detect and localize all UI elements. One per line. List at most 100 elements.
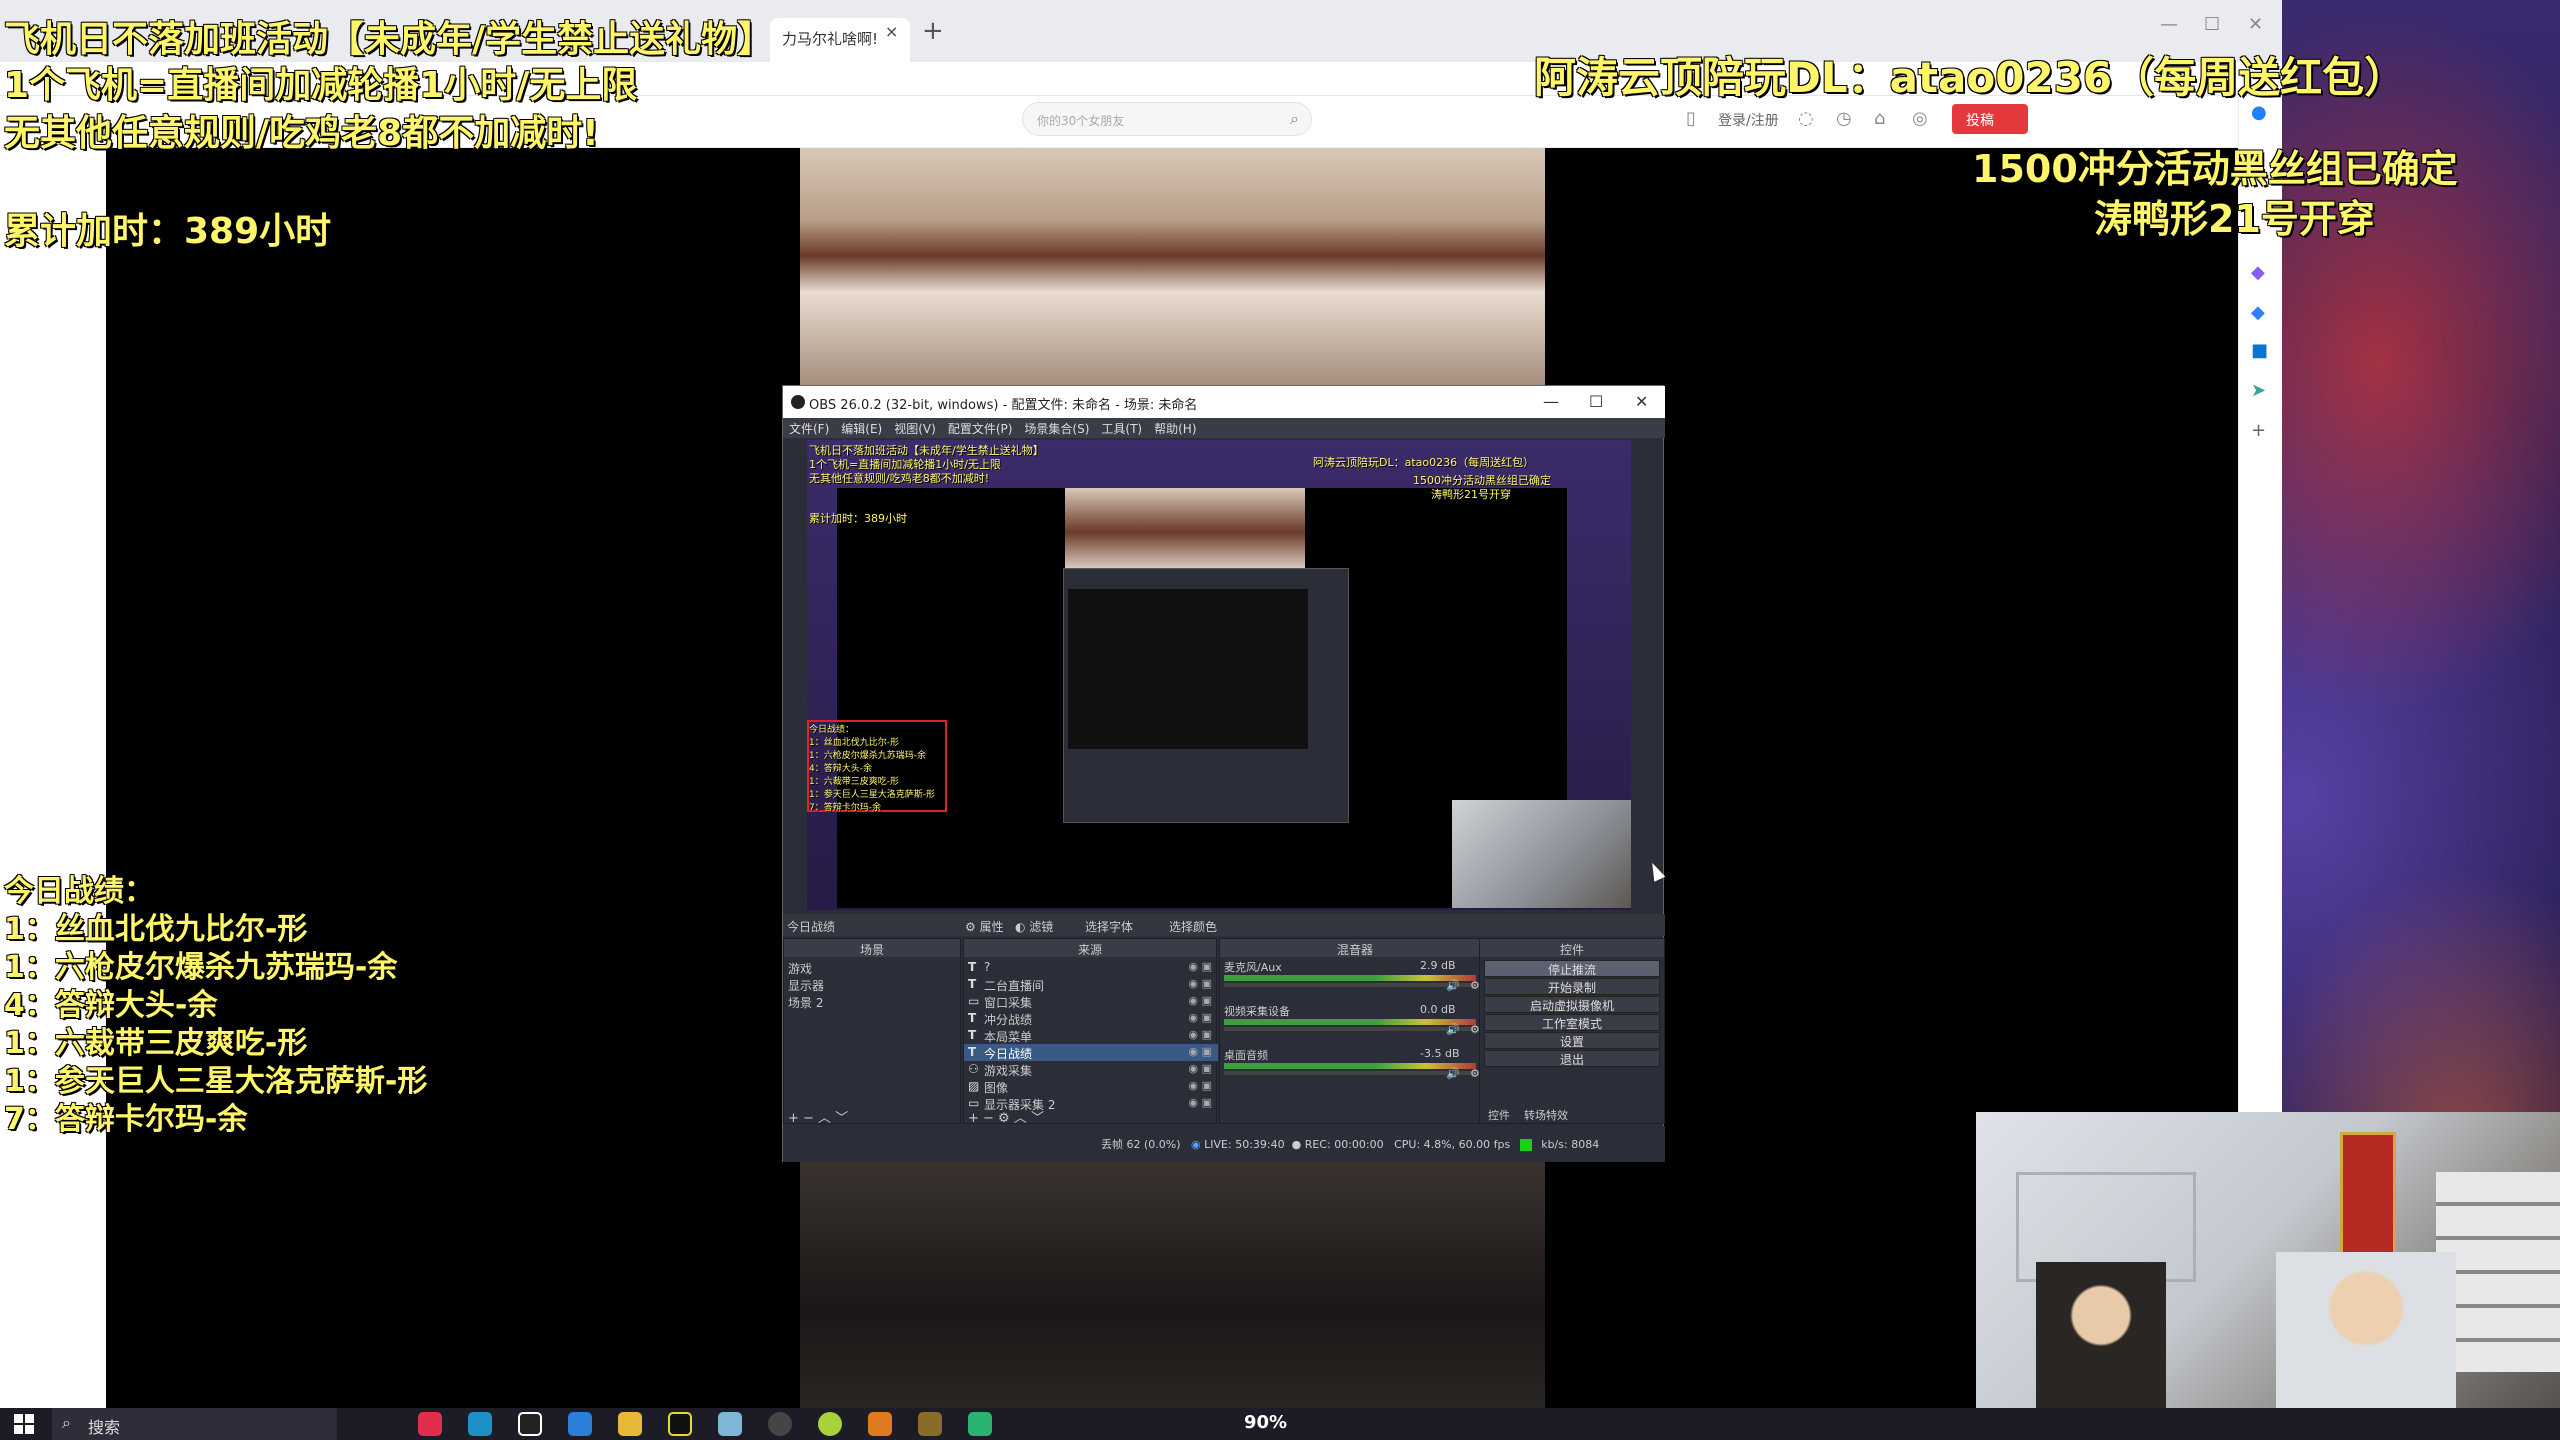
properties-button[interactable]: ⚙ 属性 bbox=[965, 918, 1004, 935]
eye-icon[interactable]: ◉ bbox=[1188, 1062, 1198, 1075]
lock-icon[interactable]: ▣ bbox=[1202, 1096, 1212, 1109]
eye-icon[interactable]: ◉ bbox=[1188, 960, 1198, 973]
wechat-icon[interactable] bbox=[818, 1412, 842, 1436]
source-item[interactable]: T 冲分战绩 ◉ ▣ bbox=[964, 1010, 1218, 1027]
lock-icon[interactable]: ▣ bbox=[1202, 1062, 1212, 1075]
exit-button[interactable]: 退出 bbox=[1484, 1050, 1660, 1067]
speaker-icon[interactable]: 🔊 bbox=[1446, 979, 1460, 992]
menu-tools[interactable]: 工具(T) bbox=[1095, 418, 1148, 439]
source-item[interactable]: T 二台直播间 ◉ ▣ bbox=[964, 976, 1218, 993]
upload-button[interactable]: 投稿 bbox=[1952, 104, 2028, 134]
speaker-icon[interactable]: 🔊 bbox=[1446, 1067, 1460, 1080]
game-app-icon[interactable] bbox=[868, 1412, 892, 1436]
feishu-icon[interactable] bbox=[568, 1412, 592, 1436]
edge-icon[interactable] bbox=[468, 1412, 492, 1436]
eye-icon[interactable]: ◉ bbox=[1188, 994, 1198, 1007]
overlay-event-title: 飞机日不落加班活动【未成年/学生禁止送礼物】 bbox=[4, 19, 774, 60]
app-icon[interactable] bbox=[668, 1412, 692, 1436]
lock-icon[interactable]: ▣ bbox=[1202, 1011, 1212, 1024]
obs-app-icon[interactable] bbox=[768, 1412, 792, 1436]
netease-music-icon[interactable] bbox=[418, 1412, 442, 1436]
minimize-button[interactable]: — bbox=[2160, 14, 2178, 35]
video-frame-person bbox=[800, 1160, 1545, 1410]
tab-controls[interactable]: 控件 bbox=[1488, 1107, 1510, 1123]
location-icon[interactable]: ◎ bbox=[1912, 108, 1928, 129]
volume-slider[interactable] bbox=[1224, 1027, 1476, 1031]
tencent-app-icon[interactable] bbox=[918, 1412, 942, 1436]
source-controls[interactable]: + − ⚙ ︿ ﹀ bbox=[968, 1107, 1044, 1126]
scene-item[interactable]: 游戏 bbox=[784, 959, 962, 976]
menu-scene-collection[interactable]: 场景集合(S) bbox=[1018, 418, 1095, 439]
extension-icon[interactable]: ◆ bbox=[2251, 262, 2265, 283]
taskbar-search[interactable]: ⌕ 搜索 bbox=[52, 1408, 337, 1440]
history-icon[interactable]: ◷ bbox=[1836, 108, 1852, 129]
select-color-button[interactable]: 选择颜色 bbox=[1169, 918, 1217, 935]
folder-icon[interactable] bbox=[618, 1412, 642, 1436]
close-button[interactable]: ✕ bbox=[2248, 14, 2263, 35]
zoom-level: 90% bbox=[1244, 1412, 1288, 1433]
qq-icon[interactable] bbox=[518, 1412, 542, 1436]
tool-app-icon[interactable] bbox=[718, 1412, 742, 1436]
message-icon[interactable]: ◌ bbox=[1798, 108, 1814, 129]
lock-icon[interactable]: ▣ bbox=[1202, 1079, 1212, 1092]
source-item[interactable]: ▭ 窗口采集 ◉ ▣ bbox=[964, 993, 1218, 1010]
new-tab-button[interactable]: + bbox=[922, 16, 944, 46]
filters-button[interactable]: ◐ 滤镜 bbox=[1015, 918, 1053, 935]
settings-button[interactable]: 设置 bbox=[1484, 1032, 1660, 1049]
webcam-feed bbox=[1976, 1112, 2560, 1440]
maximize-button[interactable]: ☐ bbox=[2204, 14, 2220, 35]
windows-start-icon[interactable] bbox=[14, 1414, 34, 1434]
outlook-icon[interactable]: ■ bbox=[2251, 340, 2268, 361]
notification-icon[interactable]: ● bbox=[2251, 102, 2267, 123]
lock-icon[interactable]: ▣ bbox=[1202, 994, 1212, 1007]
source-item[interactable]: T 本局菜单 ◉ ▣ bbox=[964, 1027, 1218, 1044]
lock-icon[interactable]: ▣ bbox=[1202, 960, 1212, 973]
eye-icon[interactable]: ◉ bbox=[1188, 1079, 1198, 1092]
select-font-button[interactable]: 选择字体 bbox=[1085, 918, 1133, 935]
menu-profile[interactable]: 配置文件(P) bbox=[942, 418, 1019, 439]
text-source-icon: T bbox=[968, 960, 977, 974]
start-recording-button[interactable]: 开始录制 bbox=[1484, 978, 1660, 995]
menu-file[interactable]: 文件(F) bbox=[783, 418, 835, 439]
source-item-selected[interactable]: T 今日战绩 ◉ ▣ bbox=[964, 1044, 1218, 1061]
stop-streaming-button[interactable]: 停止推流 bbox=[1484, 960, 1660, 977]
favorites-icon[interactable]: ⌂ bbox=[1874, 108, 1885, 129]
eye-icon[interactable]: ◉ bbox=[1188, 1028, 1198, 1041]
send-icon[interactable]: ➤ bbox=[2251, 380, 2266, 401]
menu-edit[interactable]: 编辑(E) bbox=[835, 418, 888, 439]
obs-preview[interactable]: 飞机日不落加班活动【未成年/学生禁止送礼物】 1个飞机=直播间加减轮播1小时/无… bbox=[807, 440, 1631, 910]
lock-icon[interactable]: ▣ bbox=[1202, 1028, 1212, 1041]
mobile-icon[interactable]: ▯ bbox=[1686, 108, 1696, 129]
scene-controls[interactable]: + − ︿ ﹀ bbox=[788, 1107, 848, 1126]
login-link[interactable]: 登录/注册 bbox=[1718, 110, 1779, 130]
image-source-icon: ▨ bbox=[968, 1079, 980, 1093]
lock-icon[interactable]: ▣ bbox=[1202, 977, 1212, 990]
studio-mode-button[interactable]: 工作室模式 bbox=[1484, 1014, 1660, 1031]
menu-help[interactable]: 帮助(H) bbox=[1148, 418, 1202, 439]
scene-item[interactable]: 场景 2 bbox=[784, 993, 962, 1010]
lock-icon[interactable]: ▣ bbox=[1202, 1045, 1212, 1058]
eye-icon[interactable]: ◉ bbox=[1188, 1045, 1198, 1058]
volume-slider[interactable] bbox=[1224, 1071, 1476, 1075]
obs-close-button[interactable]: ✕ bbox=[1635, 392, 1648, 411]
volume-slider[interactable] bbox=[1224, 983, 1476, 987]
source-item[interactable]: ▨ 图像 ◉ ▣ bbox=[964, 1078, 1218, 1095]
obs-maximize-button[interactable]: ☐ bbox=[1589, 392, 1603, 411]
tab-transitions[interactable]: 转场特效 bbox=[1524, 1107, 1568, 1123]
eye-icon[interactable]: ◉ bbox=[1188, 977, 1198, 990]
tab-close-icon[interactable]: × bbox=[885, 22, 898, 41]
source-item[interactable]: ⚇ 游戏采集 ◉ ▣ bbox=[964, 1061, 1218, 1078]
virtual-camera-button[interactable]: 启动虚拟摄像机 bbox=[1484, 996, 1660, 1013]
launcher-icon[interactable] bbox=[968, 1412, 992, 1436]
source-item[interactable]: T? ◉ ▣ bbox=[964, 959, 1218, 976]
menu-view[interactable]: 视图(V) bbox=[888, 418, 942, 439]
tool-icon[interactable]: ◆ bbox=[2251, 302, 2265, 323]
eye-icon[interactable]: ◉ bbox=[1188, 1096, 1198, 1109]
eye-icon[interactable]: ◉ bbox=[1188, 1011, 1198, 1024]
speaker-icon[interactable]: 🔊 bbox=[1446, 1023, 1460, 1036]
scene-item[interactable]: 显示器 bbox=[784, 976, 962, 993]
add-icon[interactable]: + bbox=[2251, 420, 2266, 441]
search-icon[interactable]: ⌕ bbox=[1290, 109, 1299, 129]
obs-minimize-button[interactable]: — bbox=[1543, 392, 1559, 411]
site-search-input[interactable]: 你的30个女朋友 ⌕ bbox=[1022, 102, 1312, 136]
